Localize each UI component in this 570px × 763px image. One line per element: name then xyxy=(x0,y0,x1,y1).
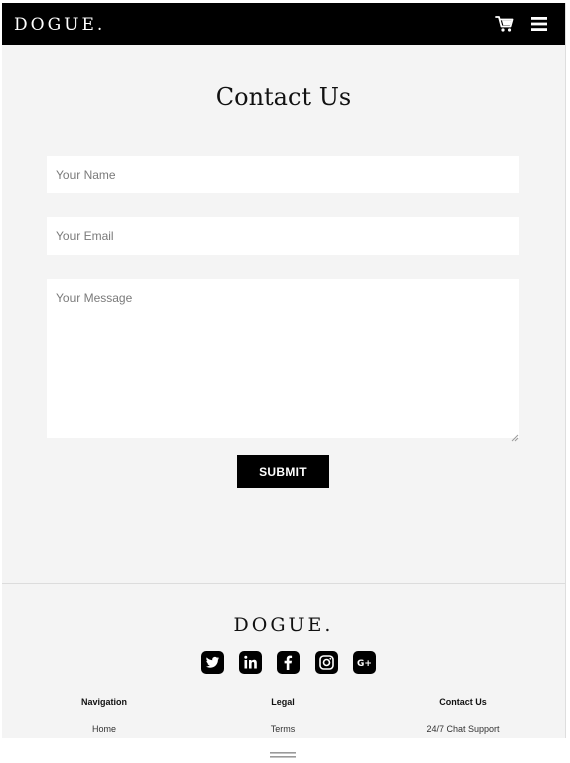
top-nav-bar: DOGUE. xyxy=(2,3,565,45)
submit-button[interactable]: SUBMIT xyxy=(237,455,329,488)
brand-logo[interactable]: DOGUE. xyxy=(14,15,105,35)
instagram-icon[interactable] xyxy=(315,651,338,674)
footer: DOGUE. G+ Navigation Legal Contact Us Ho… xyxy=(2,583,565,738)
page-title: Contact Us xyxy=(215,83,352,111)
cart-icon[interactable] xyxy=(495,14,515,34)
drag-handle-icon[interactable] xyxy=(270,745,296,758)
google-plus-icon[interactable]: G+ xyxy=(353,651,376,674)
twitter-icon[interactable] xyxy=(201,651,224,674)
footer-heading-navigation: Navigation xyxy=(80,697,127,707)
page-frame: DOGUE. Contact Us SUBMIT DOGUE xyxy=(2,3,566,738)
footer-link-home[interactable]: Home xyxy=(24,724,184,734)
footer-link-terms[interactable]: Terms xyxy=(203,724,363,734)
social-links: G+ xyxy=(201,651,381,675)
name-input[interactable] xyxy=(47,156,519,193)
textarea-resize-handle-icon[interactable] xyxy=(511,429,519,442)
message-textarea[interactable] xyxy=(47,279,519,438)
linkedin-icon[interactable] xyxy=(239,651,262,674)
footer-brand-logo[interactable]: DOGUE. xyxy=(2,614,565,636)
email-input[interactable] xyxy=(47,217,519,255)
hamburger-menu-icon[interactable] xyxy=(530,15,548,33)
facebook-icon[interactable] xyxy=(277,651,300,674)
footer-heading-contact: Contact Us xyxy=(439,697,487,707)
footer-heading-legal: Legal xyxy=(271,697,295,707)
footer-link-chat-support[interactable]: 24/7 Chat Support xyxy=(383,724,543,734)
svg-text:G+: G+ xyxy=(357,659,372,669)
